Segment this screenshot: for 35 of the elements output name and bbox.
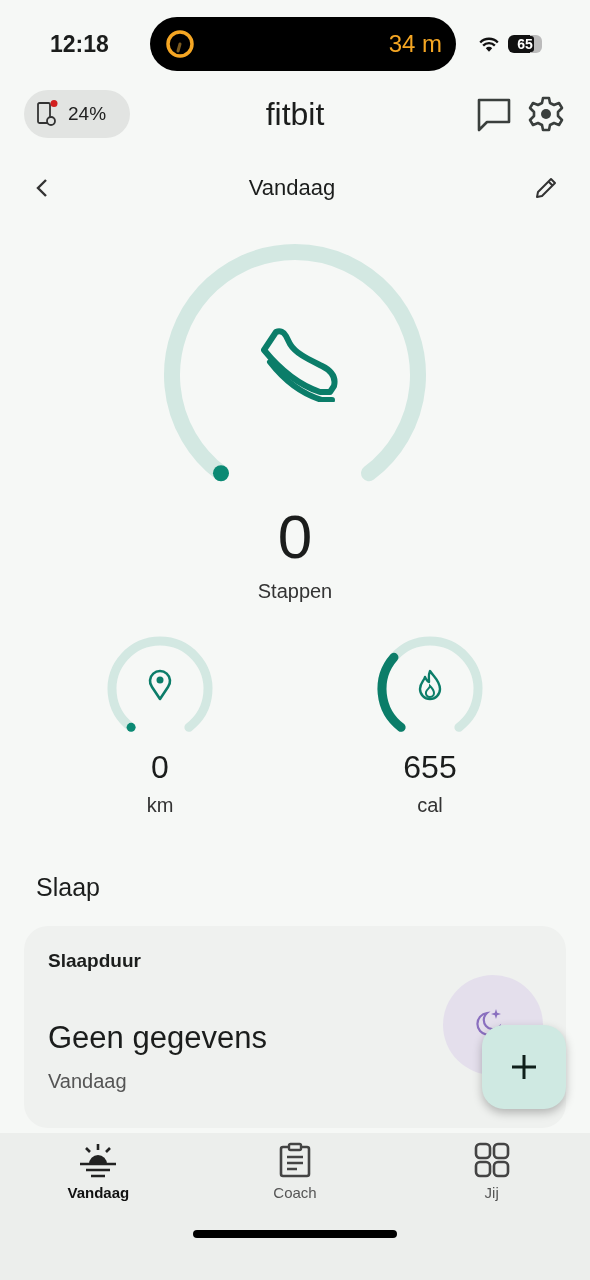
metric-value: 655	[403, 749, 457, 786]
plus-icon	[510, 1053, 538, 1081]
settings-icon[interactable]	[528, 96, 564, 132]
flame-icon	[418, 669, 442, 701]
sleep-value: Geen gegevens	[48, 1020, 267, 1056]
status-time: 12:18	[50, 30, 110, 58]
sleep-date: Vandaag	[48, 1070, 128, 1093]
steps-label: Stappen	[256, 580, 334, 603]
device-battery-chip[interactable]: 24%	[24, 90, 131, 138]
card-title: Slaapduur	[48, 950, 142, 972]
phone-watch-icon	[36, 100, 58, 128]
battery-indicator: 65	[508, 35, 542, 53]
shoe-icon	[260, 326, 340, 402]
back-chevron-icon[interactable]	[34, 178, 50, 198]
wifi-icon	[478, 35, 500, 53]
metric-unit: km	[146, 794, 174, 817]
metric-value: 0	[151, 749, 169, 786]
nav-tab[interactable]: Vandaag	[28, 1141, 169, 1202]
edit-icon[interactable]	[534, 176, 558, 200]
sleep-card[interactable]: Slaapduur Geen gegevens Vandaag	[24, 926, 566, 1128]
sunrise-icon	[78, 1142, 119, 1178]
date-title: Vandaag	[248, 175, 336, 201]
clipboard-icon	[278, 1142, 312, 1178]
metric-unit: cal	[417, 794, 443, 817]
activity-time: 34 m	[388, 30, 442, 58]
grid-icon	[473, 1142, 510, 1178]
app-logo: fitbit	[265, 95, 325, 133]
add-button[interactable]	[482, 1025, 566, 1109]
timer-ring-icon	[164, 28, 196, 60]
steps-count: 0	[276, 502, 314, 572]
nav-tab[interactable]: Coach	[225, 1141, 365, 1202]
section-heading: Slaap	[36, 873, 101, 902]
chat-icon[interactable]	[476, 96, 512, 132]
location-pin-icon	[148, 669, 172, 701]
nav-tab[interactable]: Jij	[421, 1141, 562, 1202]
